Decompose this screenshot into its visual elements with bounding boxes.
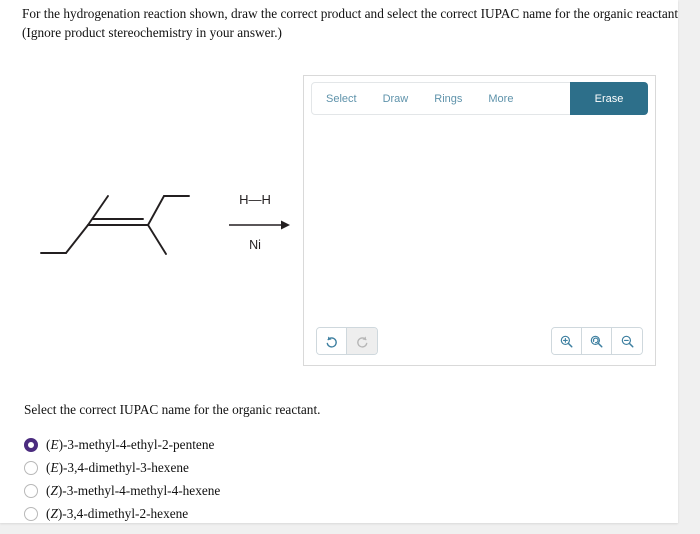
reagent-above-label: H—H: [239, 192, 271, 207]
redo-button[interactable]: [347, 328, 377, 354]
zoom-out-button[interactable]: [612, 328, 642, 354]
undo-button[interactable]: [317, 328, 347, 354]
zoom-reset-icon: [590, 335, 603, 347]
option-rest-1: )-3-methyl-4-ethyl-2-pentene: [58, 436, 215, 452]
option-prefix-1: E: [50, 436, 59, 452]
redo-icon: [356, 335, 367, 347]
option-prefix-4: Z: [50, 505, 58, 521]
option-1[interactable]: (E)-3-methyl-4-ethyl-2-pentene: [24, 433, 444, 456]
option-prefix-3: Z: [50, 482, 58, 498]
radio-icon-3[interactable]: [24, 483, 38, 498]
molecule-sketcher: Select Draw Rings More Erase: [303, 75, 656, 366]
sketcher-toolbar: Select Draw Rings More Erase: [311, 82, 648, 115]
zoom-reset-button[interactable]: [582, 328, 612, 354]
option-4[interactable]: (Z)-3,4-dimethyl-2-hexene: [24, 502, 444, 523]
zoom-button-group: [551, 327, 643, 355]
prompt-text: For the hydrogenation reaction shown, dr…: [22, 4, 678, 42]
reaction-arrow: [229, 220, 290, 230]
drawing-canvas[interactable]: [311, 118, 648, 323]
zoom-in-button[interactable]: [552, 328, 582, 354]
reagent-below-label: Ni: [249, 238, 261, 252]
option-rest-3: )-3-methyl-4-methyl-4-hexene: [57, 482, 221, 498]
tab-more[interactable]: More: [475, 83, 526, 114]
option-label-1: (E)-3-methyl-4-ethyl-2-pentene: [46, 436, 215, 452]
radio-icon-2[interactable]: [24, 460, 38, 475]
radio-icon-4[interactable]: [24, 506, 38, 521]
question-text: Select the correct IUPAC name for the or…: [24, 402, 321, 417]
worksheet-page: For the hydrogenation reaction shown, dr…: [0, 0, 678, 523]
erase-button[interactable]: Erase: [570, 82, 648, 115]
option-label-2: (E)-3,4-dimethyl-3-hexene: [46, 459, 189, 475]
radio-icon-1[interactable]: [24, 437, 38, 452]
zoom-in-icon: [560, 335, 573, 347]
zoom-out-icon: [621, 335, 633, 347]
answer-options: (E)-3-methyl-4-ethyl-2-pentene (E)-3,4-d…: [24, 433, 444, 523]
tab-draw[interactable]: Draw: [370, 83, 422, 114]
reaction-scheme: H—H Ni: [0, 150, 300, 300]
tab-rings[interactable]: Rings: [421, 83, 475, 114]
option-rest-4: )-3,4-dimethyl-2-hexene: [57, 505, 189, 521]
history-button-group: [316, 327, 378, 355]
option-3[interactable]: (Z)-3-methyl-4-methyl-4-hexene: [24, 479, 444, 502]
option-2[interactable]: (E)-3,4-dimethyl-3-hexene: [24, 456, 444, 479]
reactant-structure: [40, 195, 190, 255]
undo-icon: [326, 335, 337, 347]
prompt-line-2: (Ignore product stereochemistry in your …: [22, 25, 282, 40]
option-label-3: (Z)-3-methyl-4-methyl-4-hexene: [46, 482, 221, 498]
option-label-4: (Z)-3,4-dimethyl-2-hexene: [46, 505, 189, 521]
reaction-scheme-svg: H—H Ni: [40, 192, 290, 255]
reagent-above: H—H: [239, 192, 271, 207]
tab-select[interactable]: Select: [312, 83, 370, 114]
option-prefix-2: E: [50, 459, 59, 475]
option-rest-2: )-3,4-dimethyl-3-hexene: [58, 459, 189, 475]
prompt-line-1: For the hydrogenation reaction shown, dr…: [22, 6, 678, 21]
